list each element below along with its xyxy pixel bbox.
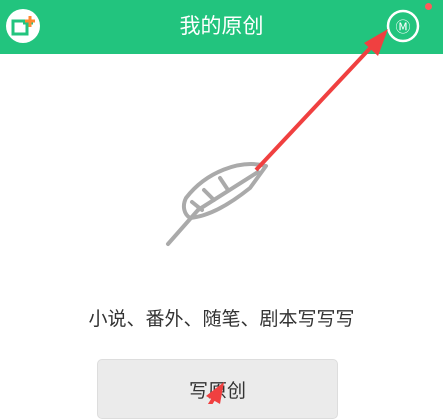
write-original-button[interactable]: 写原创 xyxy=(97,359,338,419)
add-work-icon xyxy=(11,16,35,36)
svg-text:Ⓜ: Ⓜ xyxy=(395,18,410,36)
slogan-text: 小说、番外、随笔、剧本写写写 xyxy=(88,308,355,330)
page-title: 我的原创 xyxy=(179,14,264,38)
feather-icon xyxy=(166,162,268,246)
notification-dot xyxy=(425,3,432,10)
write-original-label: 写原创 xyxy=(188,380,246,402)
badge-button[interactable]: Ⓜ xyxy=(385,8,421,44)
badge-icon: Ⓜ xyxy=(386,9,420,43)
add-work-button[interactable] xyxy=(6,9,40,43)
header-bar: 我的原创 Ⓜ xyxy=(0,0,443,54)
